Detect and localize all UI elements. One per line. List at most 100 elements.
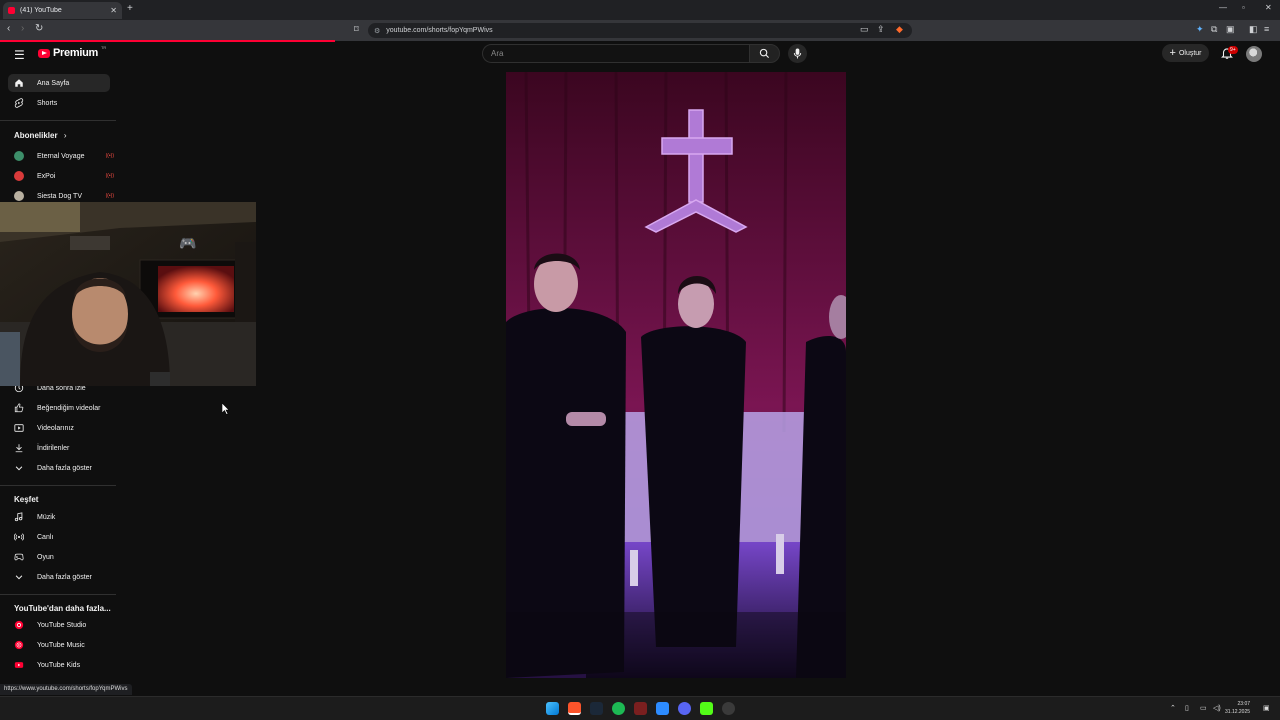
sidebar-item-label: Videolarınız bbox=[37, 424, 74, 432]
sidebar-item-label: Canlı bbox=[37, 533, 54, 541]
live-indicator-icon: ((•)) bbox=[105, 153, 114, 159]
youtube-studio-icon bbox=[7, 620, 31, 630]
sidebar-item-home[interactable]: Ana Sayfa bbox=[8, 74, 110, 92]
browser-tab[interactable]: (41) YouTube ✕ bbox=[3, 2, 122, 19]
forward-icon[interactable]: › bbox=[21, 23, 24, 34]
channel-avatar bbox=[14, 171, 24, 181]
screen: (41) YouTube ✕ + — ▫ ✕ ‹ › ↻ ⌑ ⚙ youtube… bbox=[0, 0, 1280, 720]
more-from-youtube-heading: YouTube'dan daha fazla... bbox=[14, 604, 111, 613]
search-button[interactable] bbox=[749, 44, 780, 63]
sidebar-divider bbox=[0, 594, 116, 595]
sidebar-item-shorts[interactable]: Shorts bbox=[8, 94, 110, 112]
sidebar-item-label: YouTube Music bbox=[37, 641, 85, 649]
sidebar-item-youtube-music[interactable]: YouTube Music bbox=[8, 636, 110, 654]
sidebar-item-label: İndirilenler bbox=[37, 444, 70, 452]
browser-tab-bar: (41) YouTube ✕ + — ▫ ✕ bbox=[0, 0, 1280, 20]
volume-icon[interactable]: ◁) bbox=[1213, 704, 1221, 712]
clock-date: 31.12.2025 bbox=[1225, 709, 1251, 715]
close-window-icon[interactable]: ✕ bbox=[1265, 3, 1272, 12]
sidebar-item-your-videos[interactable]: Videolarınız bbox=[8, 419, 110, 437]
video-frame bbox=[506, 72, 846, 678]
bookmark-icon[interactable]: ⌑ bbox=[354, 24, 359, 35]
sidebar-item-label: Ana Sayfa bbox=[37, 79, 70, 87]
shorts-video-player[interactable] bbox=[506, 72, 846, 678]
sidebar-item-music[interactable]: Müzik bbox=[8, 508, 110, 526]
channel-avatar bbox=[14, 151, 24, 161]
sidebar-show-more-you[interactable]: Daha fazla göster bbox=[8, 459, 110, 477]
music-icon bbox=[7, 512, 31, 522]
media-app-icon[interactable] bbox=[634, 702, 647, 715]
webcam-feed: 🎮 bbox=[0, 202, 256, 386]
new-tab-icon[interactable]: + bbox=[127, 3, 133, 14]
minimize-icon[interactable]: — bbox=[1219, 3, 1227, 12]
sidebar-item-expoi[interactable]: ExPoi ((•)) bbox=[7, 167, 114, 185]
notification-center-icon[interactable]: ▣ bbox=[1263, 704, 1270, 712]
sidebar-item-label: Oyun bbox=[37, 553, 54, 561]
microphone-tray-icon[interactable]: ▯ bbox=[1185, 704, 1189, 712]
extensions-puzzle-icon[interactable]: ⧉ bbox=[1211, 24, 1217, 35]
discord-icon[interactable] bbox=[678, 702, 691, 715]
chevron-down-icon bbox=[7, 463, 31, 473]
steam-icon[interactable] bbox=[590, 702, 603, 715]
mouse-cursor-icon bbox=[222, 403, 230, 415]
close-tab-icon[interactable]: ✕ bbox=[110, 6, 117, 15]
youtube-premium-logo[interactable]: Premium TR bbox=[38, 45, 106, 59]
sidebar-item-label: YouTube Studio bbox=[37, 621, 87, 629]
download-icon bbox=[7, 443, 31, 453]
youtube-favicon-icon bbox=[8, 7, 15, 14]
youtube-music-icon bbox=[7, 640, 31, 650]
cast-icon[interactable]: ▭ bbox=[860, 24, 869, 35]
reload-icon[interactable]: ↻ bbox=[35, 23, 43, 34]
browser-toolbar: ‹ › ↻ ⌑ ⚙ youtube.com/shorts/fopYqmPWivs… bbox=[0, 20, 1280, 41]
settings-icon[interactable] bbox=[722, 702, 735, 715]
share-icon[interactable]: ⇪ bbox=[877, 24, 885, 35]
sidebar-item-label: Daha fazla göster bbox=[37, 464, 92, 472]
extension-icon[interactable]: ✦ bbox=[1196, 24, 1204, 35]
app-icon[interactable] bbox=[656, 702, 669, 715]
sidebar-item-youtube-studio[interactable]: YouTube Studio bbox=[8, 616, 110, 634]
sidebar-item-label: YouTube Kids bbox=[37, 661, 81, 669]
brave-shield-icon[interactable]: ◆ bbox=[896, 24, 903, 35]
chevron-down-icon bbox=[7, 572, 31, 582]
wallet-icon[interactable]: ▣ bbox=[1226, 24, 1235, 35]
sidebar-item-label: Daha fazla göster bbox=[37, 573, 92, 581]
notification-count-badge: 9+ bbox=[1228, 46, 1238, 54]
sidebar-item-label: Siesta Dog TV bbox=[37, 192, 83, 200]
subscriptions-heading[interactable]: Abonelikler › bbox=[14, 131, 66, 140]
channel-avatar-slot bbox=[7, 171, 31, 181]
site-info-icon[interactable]: ⚙ bbox=[374, 27, 380, 35]
address-bar[interactable]: ⚙ youtube.com/shorts/fopYqmPWivs bbox=[368, 23, 912, 38]
sidebar-item-gaming[interactable]: Oyun bbox=[8, 548, 110, 566]
maximize-icon[interactable]: ▫ bbox=[1242, 3, 1245, 12]
search-input[interactable]: Ara bbox=[482, 44, 749, 63]
sidebar-show-more-explore[interactable]: Daha fazla göster bbox=[8, 568, 110, 586]
back-icon[interactable]: ‹ bbox=[7, 23, 10, 34]
live-indicator-icon: ((•)) bbox=[105, 193, 114, 199]
voice-search-button[interactable] bbox=[788, 44, 807, 63]
sidebar-toggle-icon[interactable]: ◧ bbox=[1249, 24, 1258, 35]
sidebar-item-live[interactable]: Canlı bbox=[8, 528, 110, 546]
sidebar-item-eternal-voyage[interactable]: Eternal Voyage ((•)) bbox=[7, 147, 114, 165]
taskbar-clock[interactable]: 23:07 31.12.2025 bbox=[1225, 700, 1250, 716]
tray-expand-icon[interactable]: ⌃ bbox=[1170, 704, 1176, 712]
sidebar-divider bbox=[0, 485, 116, 486]
sidebar-item-liked-videos[interactable]: Beğendiğim videolar bbox=[8, 399, 110, 417]
youtube-logo-icon bbox=[38, 48, 50, 58]
kick-icon[interactable] bbox=[700, 702, 713, 715]
webcam-overlay: 🎮 bbox=[0, 202, 256, 386]
windows-start-icon[interactable] bbox=[546, 702, 559, 715]
account-avatar[interactable] bbox=[1246, 46, 1262, 62]
create-label: Oluştur bbox=[1178, 49, 1202, 57]
brave-browser-icon[interactable] bbox=[568, 702, 581, 715]
create-button[interactable]: + Oluştur bbox=[1162, 44, 1209, 62]
home-icon bbox=[7, 78, 31, 88]
live-icon bbox=[7, 532, 31, 542]
guide-menu-icon[interactable]: ☰ bbox=[14, 48, 25, 62]
logo-text: Premium bbox=[53, 47, 98, 59]
sidebar-item-youtube-kids[interactable]: YouTube Kids bbox=[8, 656, 110, 674]
spotify-icon[interactable] bbox=[612, 702, 625, 715]
sidebar-item-downloads[interactable]: İndirilenler bbox=[8, 439, 110, 457]
channel-avatar-slot bbox=[7, 151, 31, 161]
menu-icon[interactable]: ≡ bbox=[1264, 24, 1269, 34]
network-icon[interactable]: ▭ bbox=[1200, 704, 1207, 712]
